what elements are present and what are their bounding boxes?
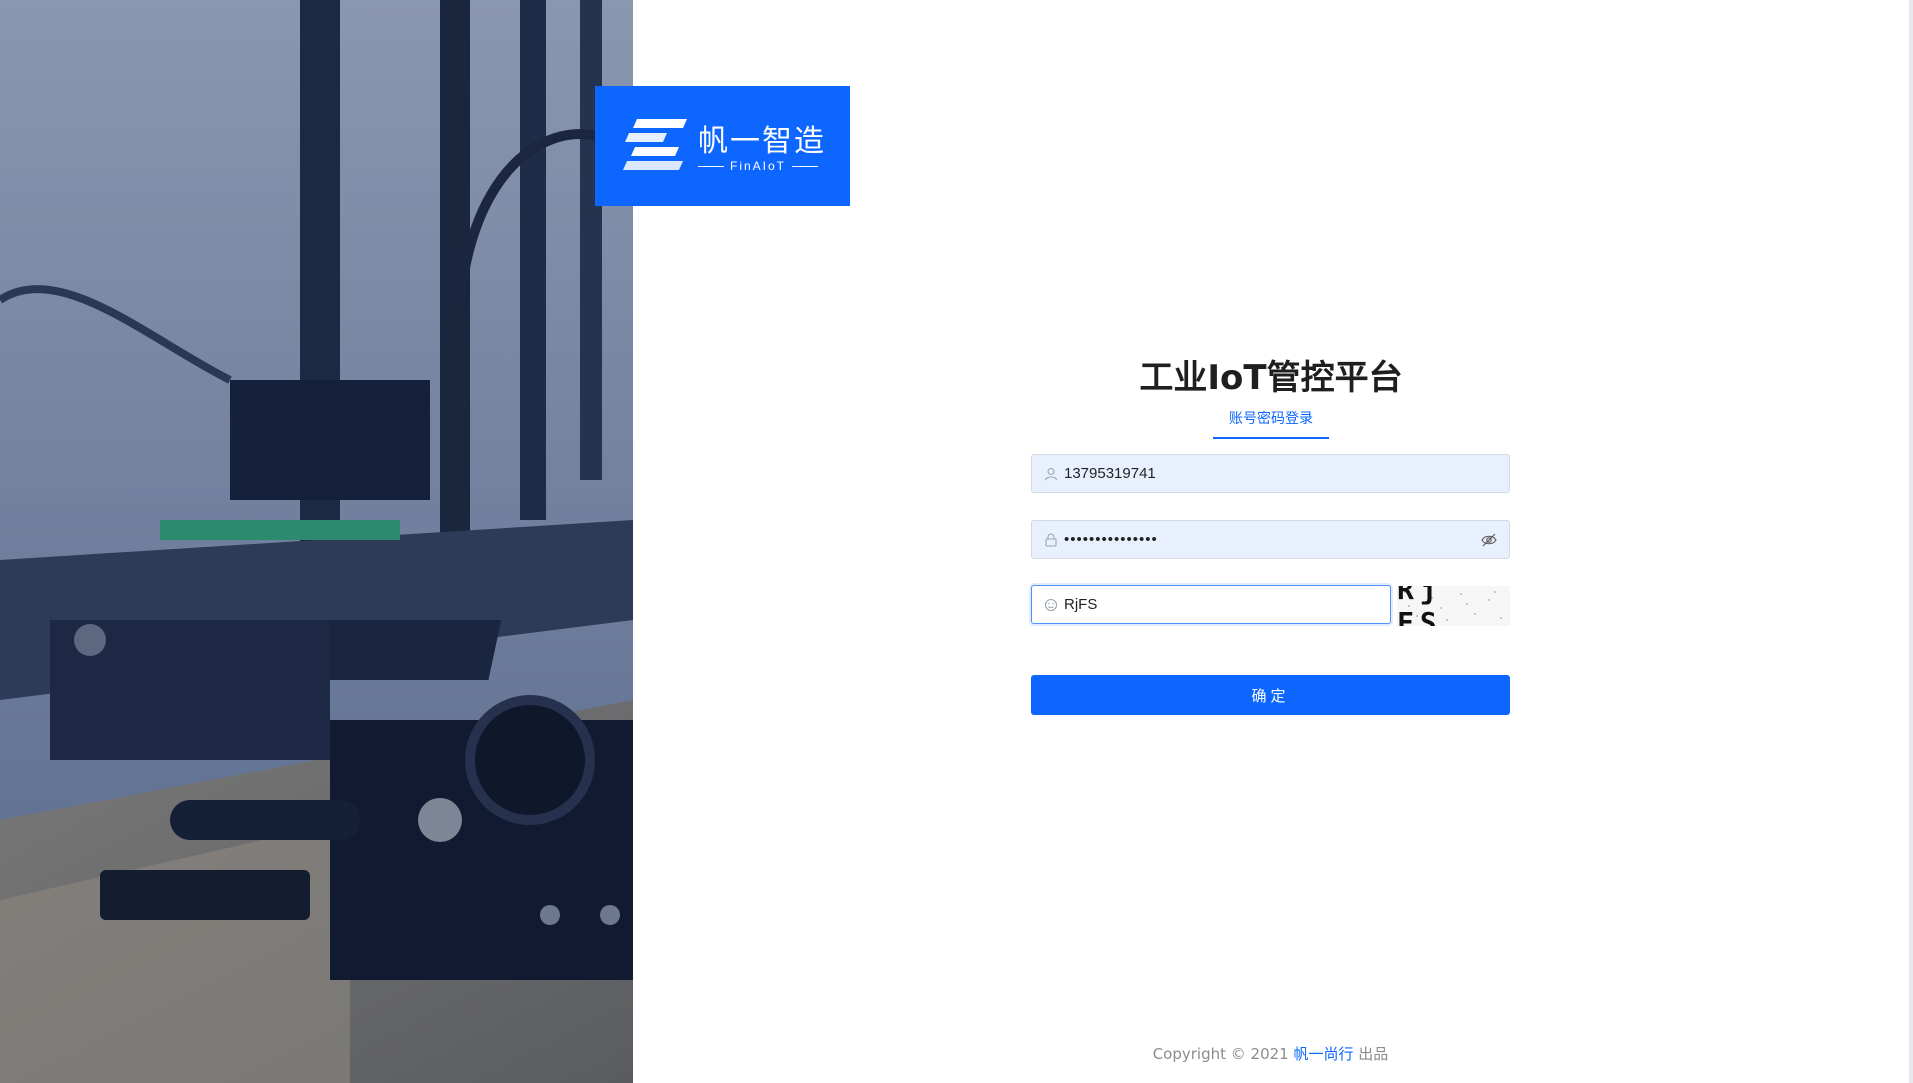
copyright-suffix: 出品	[1353, 1045, 1389, 1063]
copyright-footer: Copyright © 2021 帆一尚行 出品	[1031, 1043, 1510, 1064]
hero-image	[0, 0, 633, 1083]
eye-hidden-icon[interactable]	[1481, 532, 1497, 548]
brand-name-en: FinAIoT	[698, 159, 819, 173]
brand-name-cn: 帆一智造	[698, 124, 826, 159]
tab-account-password-login[interactable]: 账号密码登录	[1213, 408, 1329, 439]
finaiot-logo-icon	[623, 119, 687, 170]
username-input[interactable]	[1064, 465, 1509, 482]
captcha-input[interactable]	[1064, 596, 1390, 613]
submit-button[interactable]: 确定	[1031, 675, 1510, 715]
page-scrollbar[interactable]	[1909, 0, 1913, 1083]
captcha-field[interactable]	[1031, 585, 1391, 624]
divider	[698, 165, 724, 167]
username-field[interactable]	[1031, 454, 1510, 493]
password-field[interactable]	[1031, 520, 1510, 559]
password-input[interactable]	[1064, 531, 1481, 548]
brand-logo: 帆一智造 FinAIoT	[595, 86, 850, 206]
company-link[interactable]: 帆一尚行	[1293, 1045, 1353, 1063]
lock-icon	[1045, 533, 1057, 547]
page-title: 工业IoT管控平台	[1139, 358, 1403, 398]
user-icon	[1044, 467, 1058, 480]
captcha-image[interactable]: Rj FS	[1397, 586, 1510, 626]
brand-name-en-text: FinAIoT	[730, 159, 787, 173]
divider	[792, 165, 819, 167]
3d-printer-illustration	[0, 0, 633, 1083]
copyright-prefix: Copyright © 2021	[1152, 1045, 1294, 1063]
captcha-icon	[1044, 598, 1058, 611]
captcha-text: Rj FS	[1397, 586, 1443, 626]
